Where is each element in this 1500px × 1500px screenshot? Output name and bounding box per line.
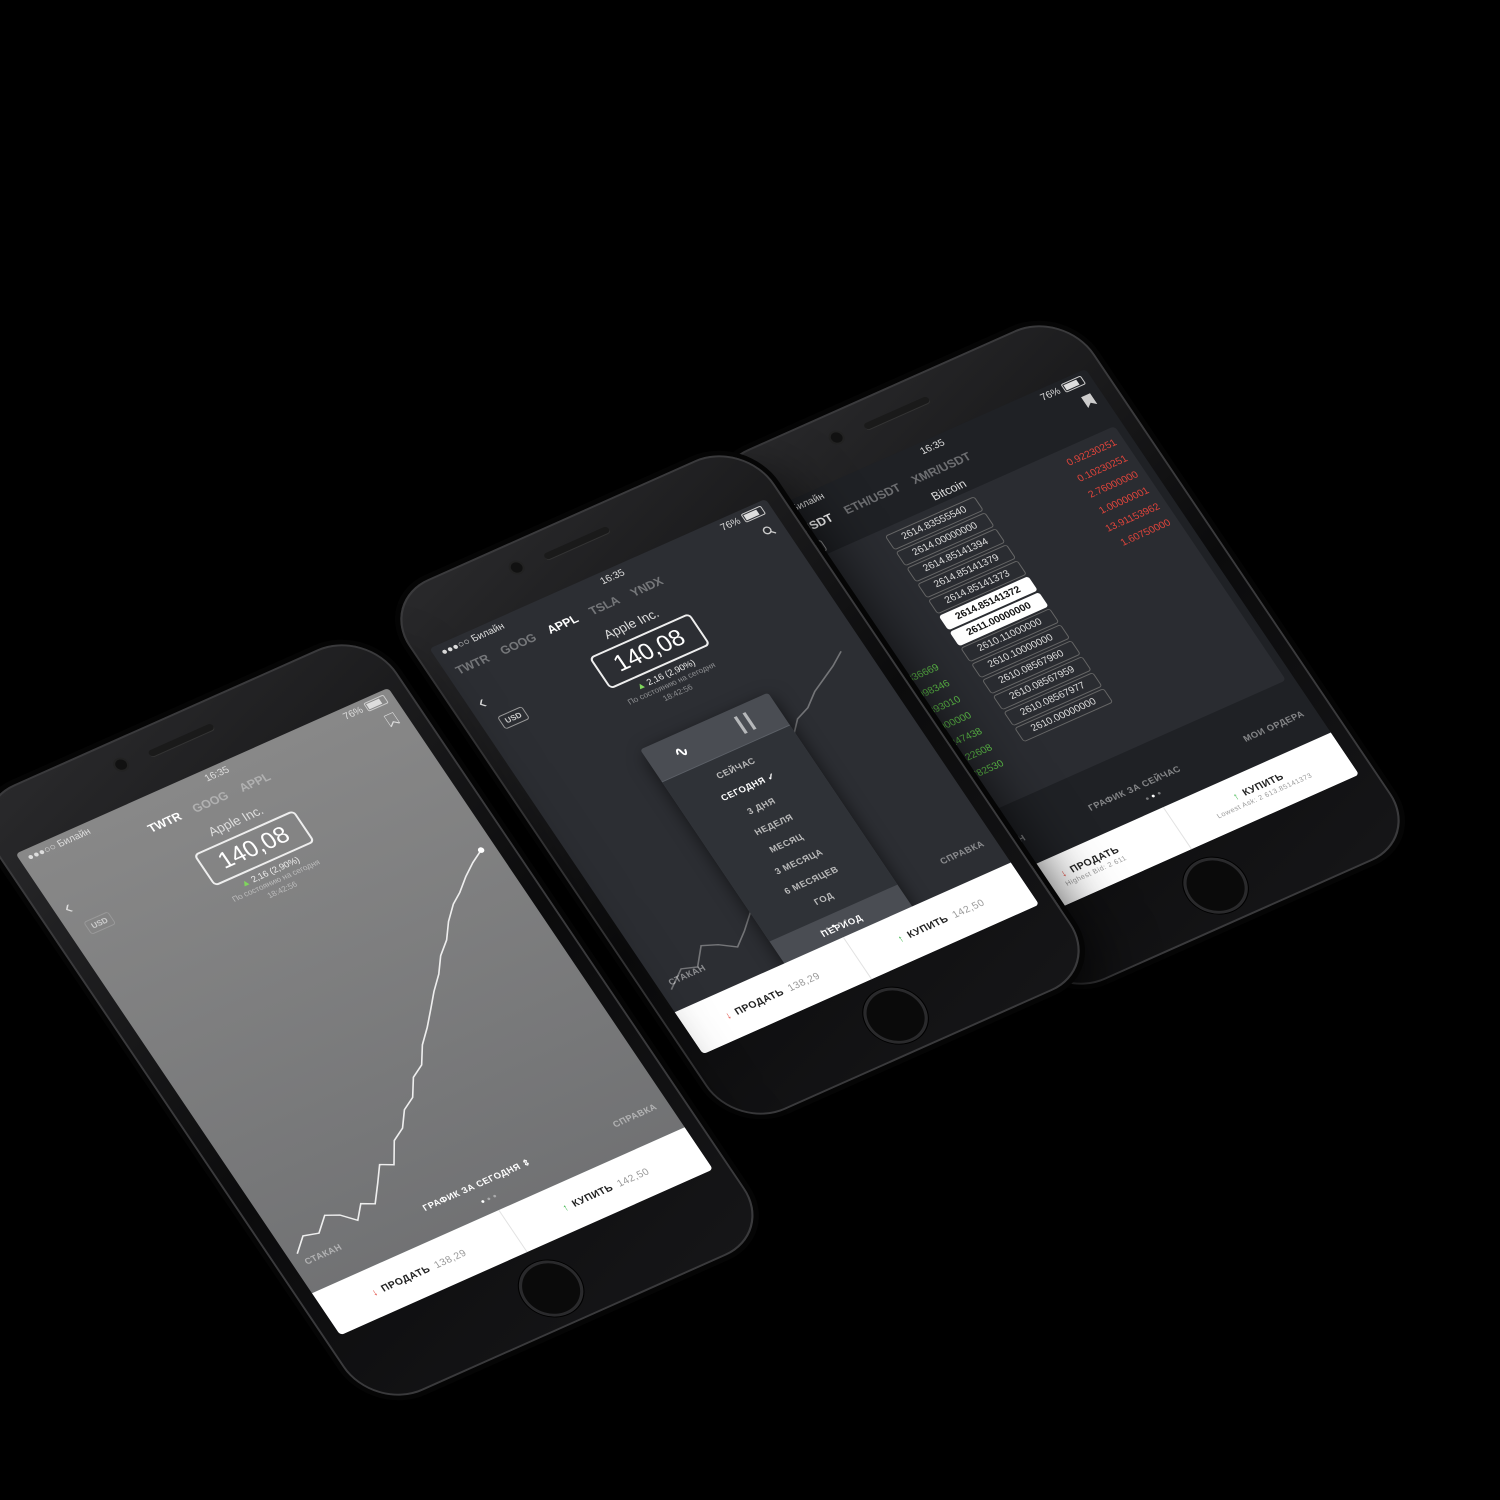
sell-label: ПРОДАТЬ [732, 986, 787, 1018]
bookmark-icon[interactable] [382, 711, 402, 730]
front-camera [508, 560, 525, 575]
check-icon: ✓ [764, 770, 778, 783]
sell-price: 138,29 [785, 970, 823, 994]
home-button[interactable] [1175, 851, 1256, 920]
sell-label: ПРОДАТЬ [378, 1263, 433, 1295]
currency-badge: USD [496, 706, 531, 730]
earpiece-speaker [862, 395, 931, 431]
candlestick-icon[interactable]: ┃┃ [731, 711, 760, 736]
arrow-up-icon: ↑ [895, 933, 907, 945]
buy-price: 142,50 [950, 897, 988, 921]
front-camera [828, 430, 845, 445]
arrow-down-icon: ↓ [722, 1009, 735, 1022]
home-button[interactable] [511, 1254, 592, 1323]
home-button[interactable] [855, 981, 936, 1050]
currency-badge: USD [83, 911, 117, 935]
arrow-down-icon: ↓ [369, 1286, 381, 1299]
sort-icon: ⇕ [519, 1156, 533, 1169]
buy-price: 142,50 [614, 1166, 652, 1190]
arrow-down-icon: ↓ [1058, 867, 1070, 880]
arrow-up-icon: ↑ [1231, 791, 1243, 803]
earpiece-speaker [147, 722, 216, 758]
buy-label: КУПИТЬ [905, 913, 951, 941]
bookmark-icon[interactable] [1080, 393, 1099, 411]
buy-label: КУПИТЬ [569, 1182, 616, 1210]
search-icon[interactable] [761, 524, 779, 540]
line-chart-icon[interactable]: ∿ [670, 741, 694, 763]
earpiece-speaker [542, 525, 611, 561]
sell-price: 138,29 [431, 1247, 469, 1271]
front-camera [112, 757, 130, 772]
arrow-up-icon: ↑ [560, 1201, 572, 1214]
